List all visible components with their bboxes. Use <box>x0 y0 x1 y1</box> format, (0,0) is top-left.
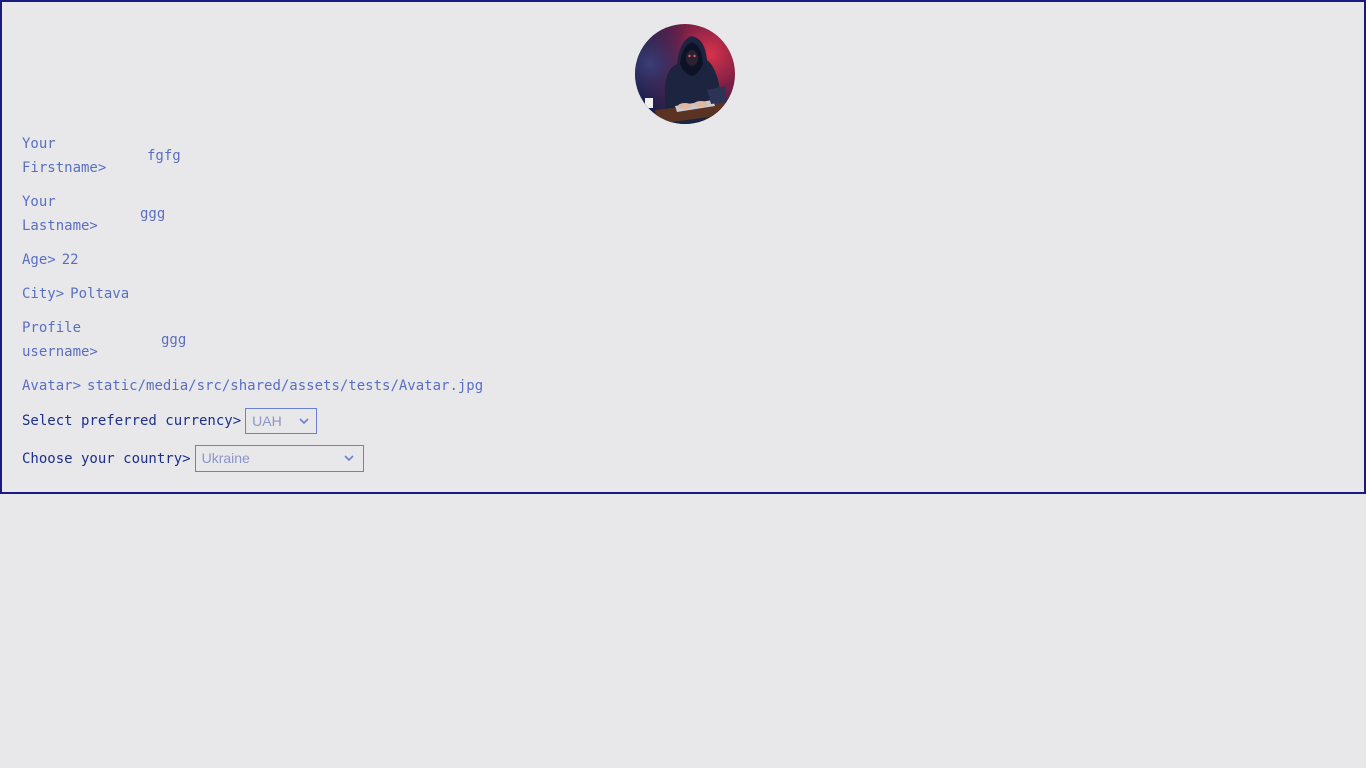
profile-card: Your Firstname> fgfg Your Lastname> ggg … <box>0 0 1366 494</box>
chevron-down-icon <box>299 418 309 425</box>
chevron-down-icon <box>344 455 354 462</box>
avatar-path-value[interactable]: static/media/src/shared/assets/tests/Ava… <box>87 374 483 398</box>
lastname-label: Your Lastname> <box>22 190 140 238</box>
avatar-path-label: Avatar> <box>22 378 82 394</box>
lastname-row: Your Lastname> ggg <box>22 190 165 238</box>
age-label: Age> <box>22 252 56 268</box>
lastname-value[interactable]: ggg <box>140 202 165 226</box>
firstname-label-line1: Your <box>22 136 56 152</box>
username-value[interactable]: ggg <box>161 328 186 352</box>
country-row: Choose your country> Ukraine <box>22 445 364 472</box>
lastname-label-line2: Lastname> <box>22 218 98 234</box>
firstname-label-line2: Firstname> <box>22 160 107 176</box>
firstname-row: Your Firstname> fgfg <box>22 132 181 180</box>
currency-row: Select preferred currency> UAH <box>22 408 318 434</box>
country-select[interactable]: Ukraine <box>194 445 364 472</box>
city-row: City> Poltava <box>22 282 129 306</box>
firstname-value[interactable]: fgfg <box>147 144 181 168</box>
country-selected-value: Ukraine <box>201 450 250 466</box>
username-row: Profile username> ggg <box>22 316 186 364</box>
firstname-label: Your Firstname> <box>22 132 147 180</box>
age-row: Age> 22 <box>22 248 79 272</box>
profile-avatar-image <box>635 24 735 124</box>
currency-select[interactable]: UAH <box>245 408 318 434</box>
username-label-line1: Profile <box>22 320 82 336</box>
city-value[interactable]: Poltava <box>70 282 129 306</box>
avatar-path-row: Avatar> static/media/src/shared/assets/t… <box>22 374 483 398</box>
avatar-picture <box>635 24 735 124</box>
username-label: Profile username> <box>22 316 161 364</box>
age-value[interactable]: 22 <box>62 248 79 272</box>
country-label: Choose your country> <box>22 450 191 467</box>
city-label: City> <box>22 286 65 302</box>
currency-selected-value: UAH <box>252 413 282 429</box>
username-label-line2: username> <box>22 344 98 360</box>
currency-label: Select preferred currency> <box>22 413 242 429</box>
lastname-label-line1: Your <box>22 194 56 210</box>
